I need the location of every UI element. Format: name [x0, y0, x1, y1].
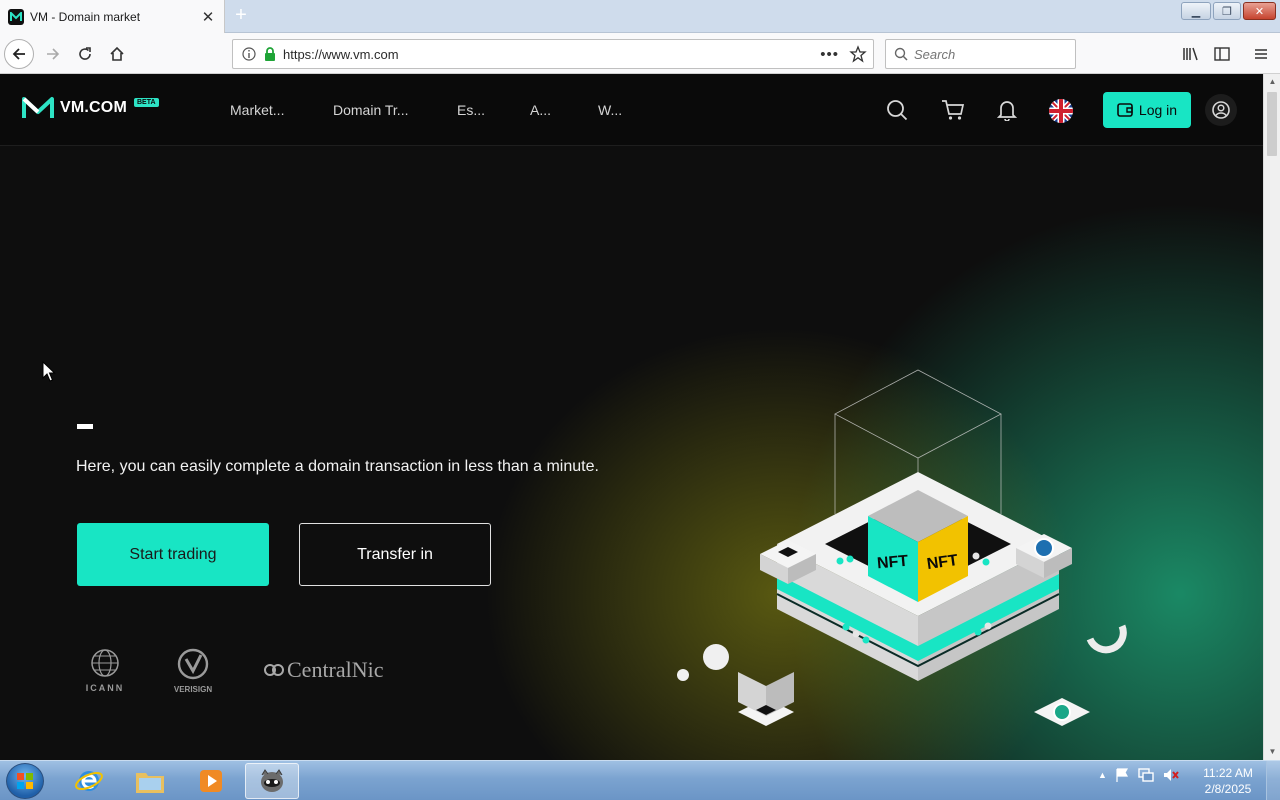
- verisign-check-icon: [177, 648, 209, 680]
- taskbar-internet-explorer[interactable]: [62, 763, 116, 799]
- browser-search-bar[interactable]: [885, 39, 1076, 69]
- site-header: VM.COM BETA Market... Domain Tr... Es...…: [0, 74, 1263, 146]
- sidebar-button[interactable]: [1207, 39, 1237, 69]
- action-center-flag-icon[interactable]: [1114, 767, 1130, 783]
- new-tab-button[interactable]: +: [230, 4, 252, 28]
- network-icon[interactable]: [1137, 767, 1155, 783]
- page-actions-icon[interactable]: •••: [820, 46, 839, 63]
- mouse-cursor-icon: [42, 361, 56, 382]
- url-bar[interactable]: https://www.vm.com •••: [232, 39, 874, 69]
- info-icon[interactable]: [241, 46, 257, 62]
- nav-item-escrow[interactable]: Es...: [457, 102, 485, 118]
- partner-label-centralnic: CentralNic: [287, 657, 384, 682]
- cube-label-left: NFT: [876, 553, 909, 573]
- language-flag-icon[interactable]: [1049, 99, 1073, 123]
- taskbar-media-player[interactable]: [184, 763, 238, 799]
- taskbar-active-app[interactable]: [245, 763, 299, 799]
- back-button[interactable]: [4, 39, 34, 69]
- library-button[interactable]: [1176, 39, 1206, 69]
- transfer-in-button[interactable]: Transfer in: [299, 523, 491, 586]
- reload-icon: [79, 47, 91, 60]
- site-logo[interactable]: VM.COM: [22, 96, 127, 120]
- app-menu-button[interactable]: [1246, 39, 1276, 69]
- system-tray: ▲: [1098, 767, 1180, 783]
- notification-bell-icon[interactable]: [995, 98, 1019, 122]
- icann-globe-icon: [91, 649, 119, 677]
- page-scrollbar[interactable]: ▲ ▼: [1263, 74, 1280, 760]
- start-button[interactable]: [6, 763, 44, 799]
- partner-label-verisign: VERISIGN: [173, 685, 213, 694]
- user-account-icon: [1212, 101, 1230, 119]
- secure-lock-icon: [265, 47, 275, 61]
- folder-icon: [136, 773, 164, 793]
- brand-name: VM.COM: [60, 99, 127, 116]
- tab-title: VM - Domain market: [30, 10, 141, 24]
- tab-close-icon[interactable]: ✕: [200, 8, 216, 26]
- vm-logo-icon: [22, 97, 54, 118]
- window-maximize-button[interactable]: ❐: [1213, 2, 1241, 20]
- scrollbar-thumb[interactable]: [1267, 92, 1277, 156]
- show-hidden-icons-chevron-icon[interactable]: ▲: [1098, 770, 1107, 780]
- window-minimize-button[interactable]: ▁: [1181, 2, 1211, 20]
- window-close-button[interactable]: ✕: [1243, 2, 1276, 20]
- forward-button[interactable]: [38, 39, 68, 69]
- media-player-icon: [200, 770, 222, 792]
- site-favicon-icon: [8, 9, 24, 25]
- browser-tab-bar: VM - Domain market ✕ + ▁ ❐ ✕: [0, 0, 1280, 34]
- search-icon: [894, 47, 908, 61]
- nav-item-a[interactable]: A...: [530, 102, 551, 118]
- account-button[interactable]: [1205, 94, 1237, 126]
- partner-logo-icann: ICANN: [78, 648, 132, 693]
- start-trading-button[interactable]: Start trading: [77, 523, 269, 586]
- nft-platform-illustration: NFT NFT: [677, 369, 1127, 726]
- site-search-icon[interactable]: [885, 98, 909, 122]
- system-clock[interactable]: 11:22 AM 2/8/2025: [1196, 765, 1260, 797]
- home-button[interactable]: [102, 39, 132, 69]
- bookmark-star-icon[interactable]: [849, 45, 867, 63]
- reload-button[interactable]: [70, 39, 100, 69]
- windows-taskbar: ▲ 11:22 AM 2/8/2025: [0, 760, 1280, 800]
- url-text: https://www.vm.com: [283, 46, 399, 62]
- nav-item-w[interactable]: W...: [598, 102, 622, 118]
- partner-logo-verisign: VERISIGN: [166, 648, 220, 694]
- cart-icon[interactable]: [941, 98, 965, 122]
- web-page: VM.COM BETA Market... Domain Tr... Es...…: [0, 74, 1263, 760]
- partner-logo-centralnic: CentralNic: [263, 657, 384, 683]
- browser-nav-bar: https://www.vm.com •••: [0, 33, 1280, 74]
- image-token-cube-bottom-left: [738, 672, 794, 726]
- login-label: Log in: [1138, 102, 1178, 118]
- back-arrow-icon: [12, 48, 25, 60]
- forward-arrow-icon: [47, 48, 60, 60]
- partner-label-icann: ICANN: [85, 683, 125, 693]
- browser-tab[interactable]: VM - Domain market ✕: [0, 0, 225, 34]
- internet-explorer-icon: [75, 771, 103, 791]
- clock-time: 11:22 AM: [1203, 766, 1253, 780]
- centralnic-link-icon: [264, 664, 284, 676]
- login-button[interactable]: Log in: [1103, 92, 1191, 128]
- hero-tagline: Here, you can easily complete a domain t…: [76, 458, 599, 475]
- clock-date: 2/8/2025: [1204, 782, 1252, 796]
- nav-item-market[interactable]: Market...: [230, 102, 284, 118]
- beta-badge: BETA: [134, 98, 159, 107]
- coin-token-cube-bottom-right: [1034, 698, 1090, 726]
- sidebar-icon: [1214, 47, 1230, 61]
- nav-item-domain-trading[interactable]: Domain Tr...: [333, 102, 408, 118]
- raccoon-app-icon: [261, 769, 283, 792]
- show-desktop-button[interactable]: [1266, 761, 1280, 800]
- windows-logo-icon: [17, 773, 33, 789]
- scroll-down-arrow-icon[interactable]: ▼: [1264, 744, 1280, 760]
- hero-title-placeholder: [77, 424, 93, 429]
- scroll-up-arrow-icon[interactable]: ▲: [1264, 74, 1280, 90]
- home-icon: [110, 46, 124, 61]
- library-icon: [1183, 47, 1198, 61]
- volume-muted-icon[interactable]: [1162, 767, 1180, 783]
- taskbar-file-explorer[interactable]: [123, 763, 177, 799]
- wallet-icon: [1117, 103, 1133, 117]
- hamburger-menu-icon: [1255, 49, 1267, 59]
- browser-search-input[interactable]: [914, 46, 1064, 62]
